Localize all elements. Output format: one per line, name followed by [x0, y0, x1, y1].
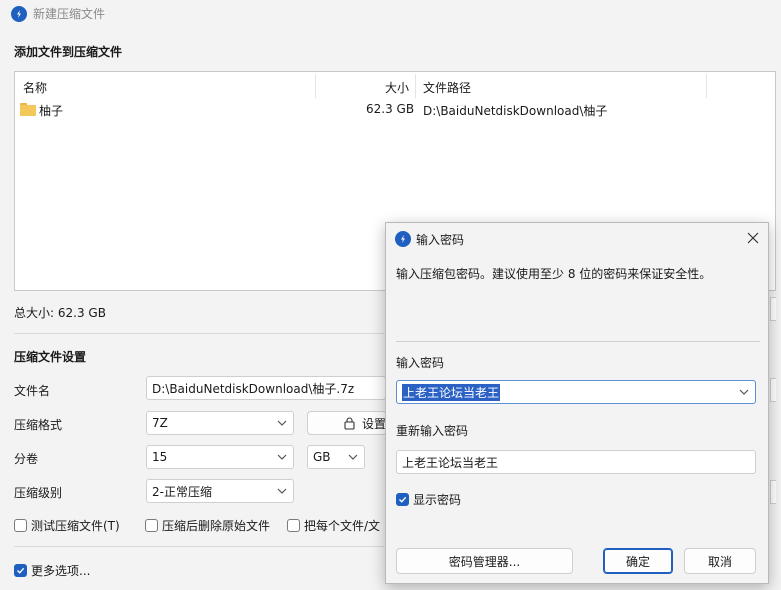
- chevron-down-icon: [348, 454, 358, 460]
- format-label: 压缩格式: [14, 418, 63, 432]
- file-path: D:\BaiduNetdiskDownload\柚子: [423, 104, 608, 118]
- level-select[interactable]: 2-正常压缩: [146, 479, 294, 503]
- delete-after-label: 压缩后删除原始文件: [162, 519, 271, 533]
- volume-unit-select[interactable]: GB: [307, 445, 365, 469]
- folder-icon: [20, 103, 36, 116]
- file-name: 柚子: [39, 104, 64, 118]
- format-value: 7Z: [152, 416, 168, 430]
- set-password-button[interactable]: 设置: [307, 411, 387, 435]
- checkbox-checked[interactable]: [396, 493, 409, 506]
- total-size: 总大小: 62.3 GB: [14, 306, 106, 320]
- divider: [14, 333, 384, 334]
- window-title: 新建压缩文件: [33, 7, 106, 21]
- cancel-button[interactable]: 取消: [684, 548, 756, 574]
- delete-after-checkbox[interactable]: 压缩后删除原始文件: [145, 517, 270, 534]
- confirm-password-value: 上老王论坛当老王: [402, 455, 499, 470]
- volume-label: 分卷: [14, 452, 39, 466]
- checkmark-icon: [399, 496, 407, 503]
- filename-value: D:\BaiduNetdiskDownload\柚子.7z: [152, 381, 355, 396]
- separate-archive-checkbox[interactable]: 把每个文件/文: [287, 517, 380, 534]
- main-titlebar: 新建压缩文件: [0, 0, 781, 28]
- confirm-password-input[interactable]: 上老王论坛当老王: [396, 450, 756, 474]
- chevron-down-icon: [277, 454, 287, 460]
- file-size: 62.3 GB: [366, 102, 415, 116]
- divider: [396, 341, 760, 342]
- close-icon[interactable]: [747, 232, 759, 244]
- column-separator[interactable]: [415, 74, 416, 98]
- show-password-checkbox[interactable]: 显示密码: [396, 491, 461, 508]
- app-logo-icon: [395, 231, 411, 247]
- file-row[interactable]: 柚子 62.3 GB D:\BaiduNetdiskDownload\柚子: [15, 100, 775, 122]
- divider: [14, 546, 384, 547]
- confirm-password-label: 重新输入密码: [396, 424, 469, 438]
- test-archive-checkbox[interactable]: 测试压缩文件(T): [14, 517, 120, 534]
- checkmark-icon: [17, 567, 25, 574]
- filename-input[interactable]: D:\BaiduNetdiskDownload\柚子.7z: [146, 376, 386, 400]
- test-archive-label: 测试压缩文件(T): [31, 519, 120, 533]
- show-password-label: 显示密码: [413, 493, 462, 507]
- checkbox-box[interactable]: [287, 519, 300, 532]
- set-password-label: 设置: [362, 416, 387, 431]
- password-manager-button[interactable]: 密码管理器...: [396, 548, 573, 574]
- column-separator[interactable]: [706, 74, 707, 98]
- level-label: 压缩级别: [14, 486, 63, 500]
- dialog-title: 输入密码: [416, 233, 465, 247]
- password-input[interactable]: 上老王论坛当老王: [396, 380, 756, 404]
- file-list-header: 名称 大小 文件路径: [15, 72, 775, 100]
- checkbox-box[interactable]: [145, 519, 158, 532]
- settings-heading: 压缩文件设置: [14, 350, 87, 364]
- chevron-down-icon: [277, 488, 287, 494]
- lock-icon: [344, 417, 355, 430]
- separate-archive-label: 把每个文件/文: [304, 519, 381, 533]
- chevron-down-icon[interactable]: [739, 389, 749, 395]
- more-options-label: 更多选项...: [31, 564, 91, 578]
- options-button-edge[interactable]: [770, 480, 776, 504]
- password-dialog: 输入密码 输入压缩包密码。建议使用至少 8 位的密码来保证安全性。 输入密码 上…: [385, 222, 769, 584]
- checkbox-box[interactable]: [14, 519, 27, 532]
- dialog-description: 输入压缩包密码。建议使用至少 8 位的密码来保证安全性。: [396, 267, 712, 281]
- checkbox-checked[interactable]: [14, 564, 27, 577]
- browse-button-edge[interactable]: [770, 378, 776, 402]
- volume-unit-value: GB: [313, 450, 331, 464]
- level-value: 2-正常压缩: [152, 484, 212, 499]
- app-logo-icon: [11, 6, 27, 22]
- add-files-heading: 添加文件到压缩文件: [14, 45, 123, 59]
- ok-button[interactable]: 确定: [603, 548, 673, 574]
- chevron-down-icon: [277, 420, 287, 426]
- dialog-titlebar: 输入密码: [386, 223, 768, 255]
- column-separator[interactable]: [315, 74, 316, 98]
- format-select[interactable]: 7Z: [146, 411, 294, 435]
- browse-button-edge[interactable]: [770, 297, 776, 321]
- column-name[interactable]: 名称: [23, 79, 47, 96]
- column-size[interactable]: 大小: [385, 79, 409, 96]
- password-value: 上老王论坛当老王: [402, 383, 501, 401]
- password-label: 输入密码: [396, 356, 445, 370]
- column-path[interactable]: 文件路径: [423, 79, 471, 96]
- volume-value: 15: [152, 450, 168, 464]
- volume-select[interactable]: 15: [146, 445, 294, 469]
- more-options-checkbox[interactable]: 更多选项...: [14, 562, 90, 579]
- filename-label: 文件名: [14, 384, 51, 398]
